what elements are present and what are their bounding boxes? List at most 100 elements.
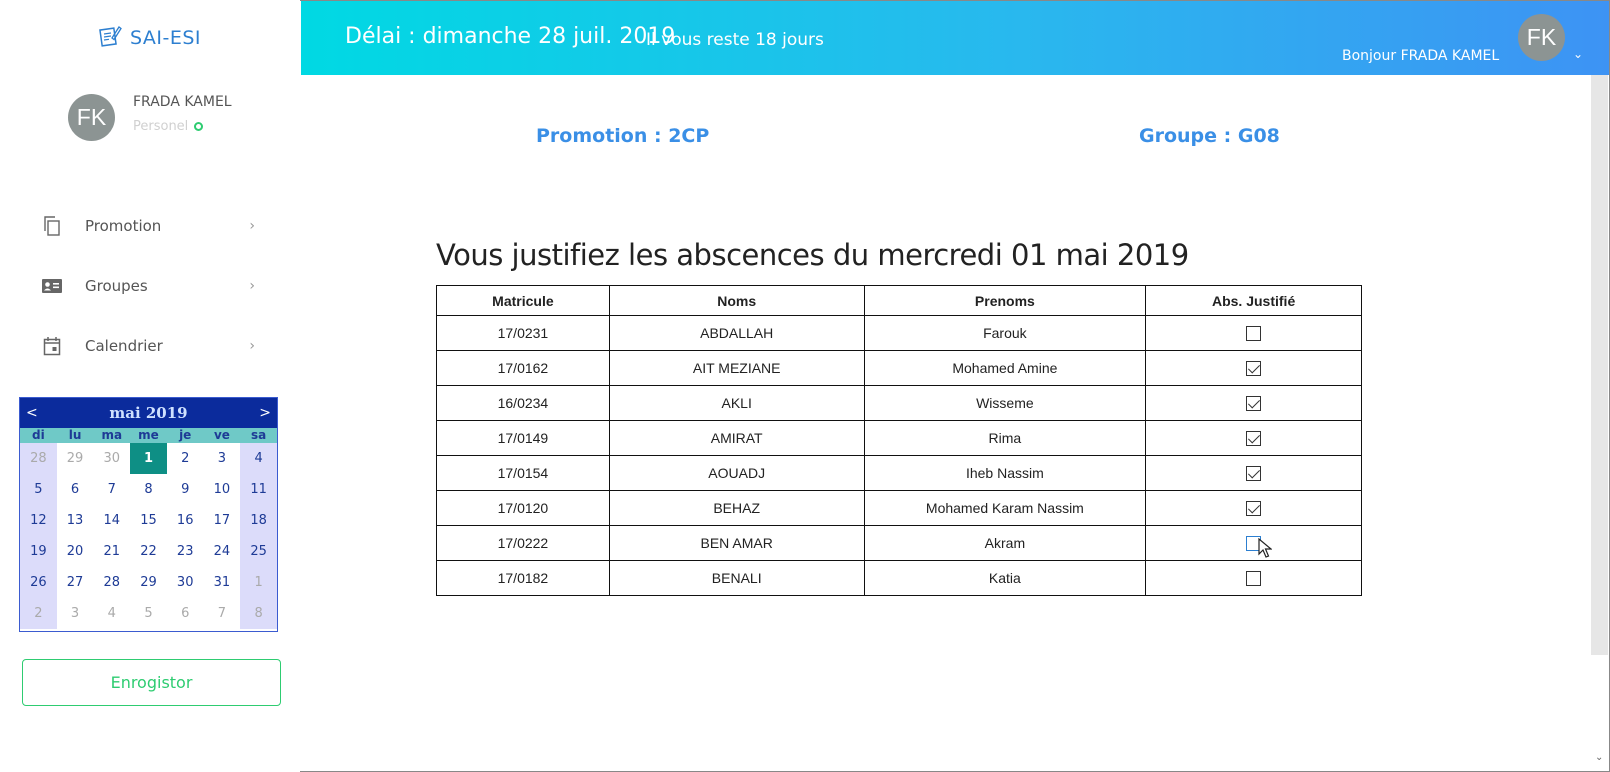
calendar-day[interactable]: 5 bbox=[130, 598, 167, 629]
vertical-scrollbar[interactable] bbox=[1591, 75, 1608, 655]
cell-prenom: Mohamed Karam Nassim bbox=[863, 490, 1147, 526]
calendar-day[interactable]: 20 bbox=[57, 536, 94, 567]
calendar-day[interactable]: 7 bbox=[93, 474, 130, 505]
calendar-day[interactable]: 1 bbox=[130, 443, 167, 474]
calendar-weekday: di bbox=[32, 428, 45, 442]
header-avatar[interactable]: FK bbox=[1518, 14, 1565, 61]
calendar-day[interactable]: 3 bbox=[57, 598, 94, 629]
calendar-day[interactable]: 9 bbox=[167, 474, 204, 505]
calendar-day[interactable]: 11 bbox=[240, 474, 277, 505]
calendar-day[interactable]: 29 bbox=[130, 567, 167, 598]
calendar-day[interactable]: 21 bbox=[93, 536, 130, 567]
calendar-day[interactable]: 29 bbox=[57, 443, 94, 474]
sidebar-item-groupes[interactable]: Groupes › bbox=[40, 271, 255, 301]
calendar-day[interactable]: 6 bbox=[167, 598, 204, 629]
sidebar-item-calendrier[interactable]: Calendrier › bbox=[40, 331, 255, 361]
calendar-day[interactable]: 10 bbox=[204, 474, 241, 505]
calendar-day[interactable]: 31 bbox=[204, 567, 241, 598]
calendar-day[interactable]: 18 bbox=[240, 505, 277, 536]
calendar-day[interactable]: 12 bbox=[20, 505, 57, 536]
table-row: 17/0182 BENALI Katia bbox=[436, 560, 1362, 596]
calendar-day[interactable]: 19 bbox=[20, 536, 57, 567]
cell-matricule: 17/0154 bbox=[436, 455, 610, 491]
cell-matricule: 16/0234 bbox=[436, 385, 610, 421]
chevron-down-icon[interactable]: ⌄ bbox=[1573, 47, 1583, 61]
justified-checkbox[interactable] bbox=[1246, 571, 1262, 587]
calendar-weekday: je bbox=[179, 428, 192, 442]
calendar-day[interactable]: 8 bbox=[130, 474, 167, 505]
calendar-day[interactable]: 4 bbox=[240, 443, 277, 474]
calendar-prev-button[interactable]: < bbox=[26, 405, 38, 421]
calendar-day[interactable]: 25 bbox=[240, 536, 277, 567]
cell-justifie bbox=[1145, 385, 1362, 421]
column-header-justifie: Abs. Justifié bbox=[1145, 285, 1362, 316]
calendar-day[interactable]: 5 bbox=[20, 474, 57, 505]
justified-checkbox[interactable] bbox=[1246, 501, 1262, 517]
calendar-day[interactable]: 8 bbox=[240, 598, 277, 629]
cell-nom: ABDALLAH bbox=[608, 315, 865, 351]
table-row: 16/0234 AKLI Wisseme bbox=[436, 385, 1362, 421]
calendar-weekday: ma bbox=[101, 428, 123, 442]
calendar-day[interactable]: 15 bbox=[130, 505, 167, 536]
justified-checkbox[interactable] bbox=[1246, 431, 1262, 447]
calendar-day[interactable]: 26 bbox=[20, 567, 57, 598]
calendar-day[interactable]: 2 bbox=[20, 598, 57, 629]
calendar-header: < mai 2019 > bbox=[20, 398, 277, 428]
calendar-weekday: sa bbox=[251, 428, 267, 442]
calendar-day[interactable]: 30 bbox=[93, 443, 130, 474]
calendar-day[interactable]: 17 bbox=[204, 505, 241, 536]
sidebar-item-promotion[interactable]: Promotion › bbox=[40, 211, 255, 241]
cell-prenom: Katia bbox=[863, 560, 1147, 596]
justified-checkbox[interactable] bbox=[1246, 326, 1262, 342]
id-card-icon bbox=[40, 274, 64, 298]
save-button[interactable]: Enrogistor bbox=[22, 659, 281, 706]
table-row: 17/0222 BEN AMAR Akram bbox=[436, 525, 1362, 561]
cell-justifie bbox=[1145, 455, 1362, 491]
cell-matricule: 17/0162 bbox=[436, 350, 610, 386]
user-avatar[interactable]: FK bbox=[68, 94, 115, 141]
table-row: 17/0149 AMIRAT Rima bbox=[436, 420, 1362, 456]
cell-nom: AOUADJ bbox=[608, 455, 865, 491]
cell-justifie bbox=[1145, 560, 1362, 596]
calendar-day[interactable]: 6 bbox=[57, 474, 94, 505]
online-status-icon bbox=[194, 122, 204, 131]
page-title: Vous justifiez les abscences du mercredi… bbox=[436, 238, 1189, 272]
justified-checkbox[interactable] bbox=[1246, 361, 1262, 377]
cell-justifie bbox=[1145, 420, 1362, 456]
calendar-day[interactable]: 28 bbox=[20, 443, 57, 474]
calendar-day[interactable]: 2 bbox=[167, 443, 204, 474]
cell-justifie bbox=[1145, 490, 1362, 526]
cell-justifie bbox=[1145, 315, 1362, 351]
cell-nom: AMIRAT bbox=[608, 420, 865, 456]
cell-nom: BEHAZ bbox=[608, 490, 865, 526]
calendar-day[interactable]: 13 bbox=[57, 505, 94, 536]
calendar-day[interactable]: 27 bbox=[57, 567, 94, 598]
justified-checkbox[interactable] bbox=[1246, 466, 1262, 482]
calendar-day[interactable]: 7 bbox=[204, 598, 241, 629]
calendar-next-button[interactable]: > bbox=[259, 405, 271, 421]
calendar-day[interactable]: 1 bbox=[240, 567, 277, 598]
sidebar-item-label: Groupes bbox=[85, 277, 148, 295]
calendar-day[interactable]: 16 bbox=[167, 505, 204, 536]
scroll-down-icon[interactable]: ⌄ bbox=[1595, 752, 1603, 763]
mouse-cursor-icon bbox=[1258, 537, 1273, 562]
chevron-right-icon: › bbox=[249, 338, 255, 354]
calendar-day[interactable]: 22 bbox=[130, 536, 167, 567]
calendar-day[interactable]: 3 bbox=[204, 443, 241, 474]
calendar-day[interactable]: 24 bbox=[204, 536, 241, 567]
calendar-day[interactable]: 4 bbox=[93, 598, 130, 629]
justified-checkbox[interactable] bbox=[1246, 396, 1262, 412]
deadline-text: Délai : dimanche 28 juil. 2019 bbox=[345, 24, 676, 49]
calendar-day[interactable]: 30 bbox=[167, 567, 204, 598]
calendar-day[interactable]: 23 bbox=[167, 536, 204, 567]
calendar-weekday: ve bbox=[213, 428, 230, 442]
cell-prenom: Mohamed Amine bbox=[863, 350, 1147, 386]
calendar-day[interactable]: 28 bbox=[93, 567, 130, 598]
table-header-row: Matricule Noms Prenoms Abs. Justifié bbox=[436, 285, 1362, 316]
cell-matricule: 17/0182 bbox=[436, 560, 610, 596]
brand-logo[interactable]: SAI-ESI bbox=[98, 24, 201, 52]
calendar-day[interactable]: 14 bbox=[93, 505, 130, 536]
table-row: 17/0120 BEHAZ Mohamed Karam Nassim bbox=[436, 490, 1362, 526]
promotion-label: Promotion : 2CP bbox=[536, 125, 710, 147]
column-header-prenoms: Prenoms bbox=[863, 285, 1147, 316]
